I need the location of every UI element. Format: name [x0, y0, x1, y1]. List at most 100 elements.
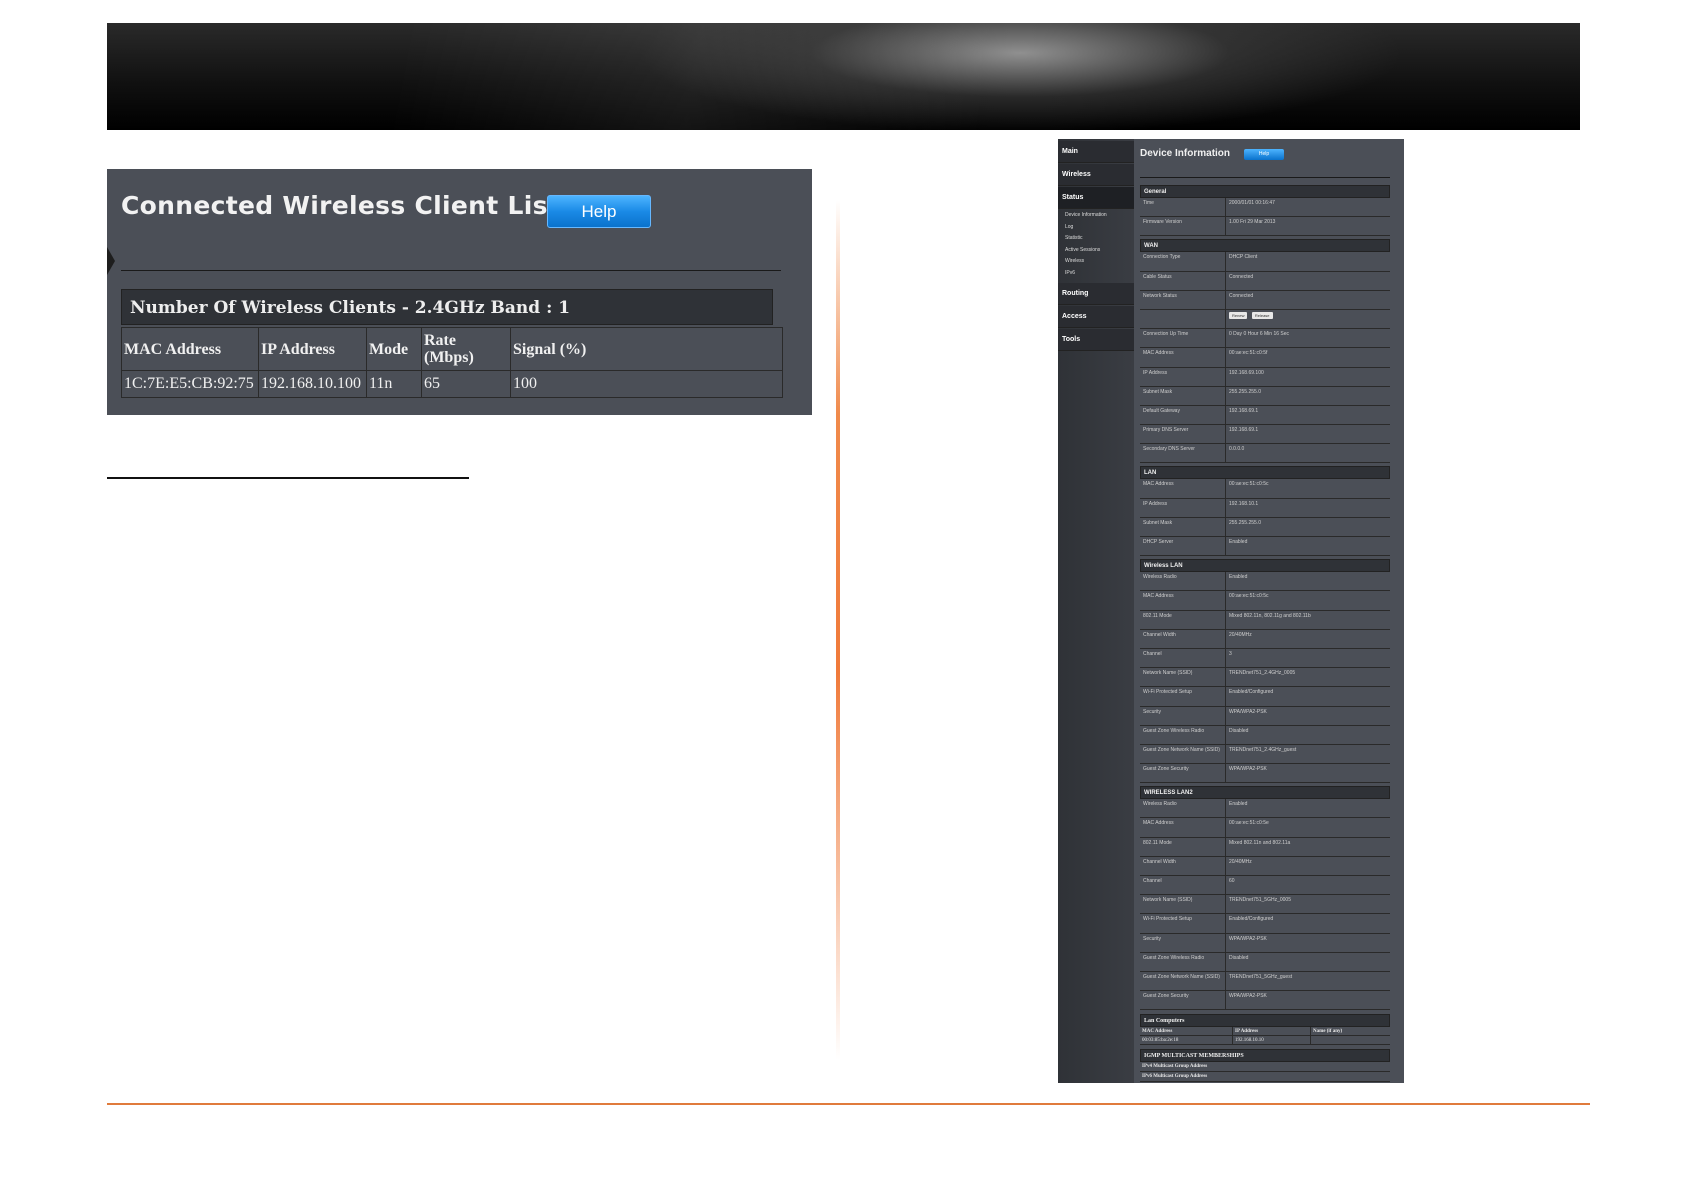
info-label: Guest Zone Wireless Radio — [1140, 725, 1226, 744]
info-row: Cable Status Connected — [1140, 271, 1390, 291]
device-sidebar: Main Wireless Status Device Information … — [1058, 139, 1134, 1083]
info-label: 802.11 Mode — [1140, 610, 1226, 629]
info-value: Connected — [1229, 292, 1254, 299]
info-row: Network Name (SSID) TRENDnet751_2.4GHz_00… — [1140, 668, 1390, 688]
info-label: Subnet Mask — [1140, 386, 1226, 405]
info-label: Wi-Fi Protected Setup — [1140, 687, 1226, 706]
info-label: Primary DNS Server — [1140, 425, 1226, 444]
info-value: WPA/WPA2-PSK — [1229, 993, 1267, 1000]
column-header-ip: IP Address — [258, 327, 367, 371]
nav-access[interactable]: Access — [1058, 306, 1134, 328]
info-row: Security WPA/WPA2-PSK — [1140, 706, 1390, 726]
column-header-mode: Mode — [366, 327, 422, 371]
release-button[interactable]: Release — [1251, 311, 1273, 319]
info-label: MAC Address — [1140, 818, 1226, 837]
client-mac: 1C:7E:E5:CB:92:75 — [121, 370, 259, 398]
info-value: 255.255.255.0 — [1229, 388, 1261, 395]
info-value: TRENDnet751_2.4GHz_0005 — [1229, 670, 1296, 677]
info-value: WPA/WPA2-PSK — [1229, 766, 1267, 773]
client-mode: 11n — [366, 370, 422, 398]
nav-status[interactable]: Status — [1058, 187, 1134, 209]
info-value: 00:ae:ec:51:c0:5f — [1229, 350, 1268, 357]
info-label: Guest Zone Network Name (SSID) — [1140, 744, 1226, 764]
table-row: 00:03:85:ba:2e:18 192.168.10.10 — [1140, 1036, 1390, 1046]
info-label: Security — [1140, 933, 1226, 952]
info-label: Firmware Version — [1140, 217, 1226, 236]
lan-computer-ip: 192.168.10.10 — [1233, 1036, 1311, 1045]
info-row: MAC Address 00:ae:ec:51:c0:5f — [1140, 348, 1390, 368]
info-value: WPA/WPA2-PSK — [1229, 935, 1267, 942]
info-row: Channel Width 20/40MHz — [1140, 629, 1390, 649]
renew-button[interactable]: Renew — [1229, 311, 1248, 319]
nav-tools[interactable]: Tools — [1058, 329, 1134, 351]
info-value: Mixed 802.11n, 802.11g and 802.11b — [1229, 612, 1311, 619]
info-value: TRENDnet751_5GHz_0005 — [1229, 897, 1291, 904]
footer-rule — [107, 1103, 1590, 1105]
device-help-button[interactable]: Help — [1244, 149, 1284, 160]
info-label: 802.11 Mode — [1140, 837, 1226, 856]
section-wan: WAN — [1140, 239, 1390, 253]
info-row: 802.11 Mode Mixed 802.11n and 802.11a — [1140, 837, 1390, 857]
info-label: Guest Zone Wireless Radio — [1140, 952, 1226, 971]
info-value: 00:ae:ec:51:c0:5c — [1229, 593, 1269, 600]
nav-status-ipv6[interactable]: IPv6 — [1065, 270, 1075, 276]
info-value: TRENDnet751_5GHz_guest — [1229, 973, 1293, 980]
info-row: Default Gateway 192.168.69.1 — [1140, 405, 1390, 426]
info-value: 192.168.69.100 — [1229, 369, 1264, 376]
nav-status-device-information[interactable]: Device Information — [1065, 212, 1107, 218]
info-row: Channel Width 20/40MHz — [1140, 856, 1390, 876]
info-row: Security WPA/WPA2-PSK — [1140, 933, 1390, 953]
info-value: 1.00 Fri 29 Mar 2013 — [1229, 219, 1276, 226]
column-divider — [836, 200, 840, 1060]
info-row: Wi-Fi Protected Setup Enabled/Configured — [1140, 687, 1390, 707]
device-divider — [1140, 177, 1390, 178]
wireless-lan2-rows: Wireless Radio Enabled MAC Address 00:ae:ec… — [1140, 799, 1390, 1011]
info-label: Wi-Fi Protected Setup — [1140, 914, 1226, 933]
lan-col-mac: MAC Address — [1140, 1027, 1233, 1036]
section-lan-computers: Lan Computers — [1140, 1014, 1390, 1028]
info-label: Channel — [1140, 648, 1226, 668]
wan-rows-detail: Connection Up Time 0 Day 0 Hour 6 Min 16 … — [1140, 329, 1390, 464]
nav-status-wireless[interactable]: Wireless — [1065, 258, 1084, 264]
info-label: Wireless Radio — [1140, 799, 1226, 818]
nav-wireless[interactable]: Wireless — [1058, 164, 1134, 186]
client-table: MAC Address IP Address Mode Rate (Mbps) … — [121, 327, 783, 398]
wireless-client-count: Number Of Wireless Clients - 2.4GHz Band… — [121, 289, 773, 325]
device-information-title: Device Information — [1140, 148, 1231, 159]
info-row: Wi-Fi Protected Setup Enabled/Configured — [1140, 914, 1390, 934]
info-label: Wireless Radio — [1140, 572, 1226, 591]
info-value: 255.255.255.0 — [1229, 519, 1261, 526]
info-label: Network Name (SSID) — [1140, 668, 1226, 687]
column-header-signal: Signal (%) — [510, 327, 783, 371]
wan-actions-label — [1140, 309, 1226, 329]
lan-rows: MAC Address 00:ae:ec:51:c0:5c IP Address 19… — [1140, 479, 1390, 557]
info-row: Firmware Version 1.00 Fri 29 Mar 2013 — [1140, 217, 1390, 237]
info-label: Network Status — [1140, 290, 1226, 309]
lan-computer-name — [1311, 1036, 1390, 1044]
info-row: Guest Zone Security WPA/WPA2-PSK — [1140, 764, 1390, 784]
nav-status-log[interactable]: Log — [1065, 224, 1073, 230]
nav-status-statistic[interactable]: Statistic — [1065, 235, 1083, 241]
help-button[interactable]: Help — [547, 195, 651, 228]
igmp-ipv4-label: IPv4 Multicast Group Address — [1140, 1062, 1390, 1073]
general-rows: Time 2000/01/01 00:16:47 Firmware Version 1… — [1140, 198, 1390, 237]
client-signal: 100 — [510, 370, 783, 398]
device-information-screenshot: Main Wireless Status Device Information … — [1058, 139, 1404, 1083]
info-row: 802.11 Mode Mixed 802.11n, 802.11g and 80… — [1140, 610, 1390, 630]
info-label: Channel Width — [1140, 629, 1226, 648]
info-label: Channel — [1140, 876, 1226, 895]
client-list-title: Connected Wireless Client List — [121, 191, 561, 220]
info-value: 192.168.10.1 — [1229, 500, 1259, 507]
nav-routing[interactable]: Routing — [1058, 283, 1134, 305]
client-rate: 65 — [421, 370, 511, 398]
lan-computers-header: MAC Address IP Address Name (if any) — [1140, 1027, 1390, 1037]
info-value: Disabled — [1229, 954, 1249, 961]
info-value: 00:ae:ec:51:c0:5c — [1229, 481, 1269, 488]
info-value: Enabled — [1229, 574, 1248, 581]
info-label: DHCP Server — [1140, 537, 1226, 556]
nav-status-active-sessions[interactable]: Active Sessions — [1065, 247, 1100, 253]
info-value: 60 — [1229, 878, 1235, 884]
panel-divider — [121, 270, 781, 271]
column-header-mac: MAC Address — [121, 327, 259, 371]
nav-main[interactable]: Main — [1058, 141, 1134, 163]
